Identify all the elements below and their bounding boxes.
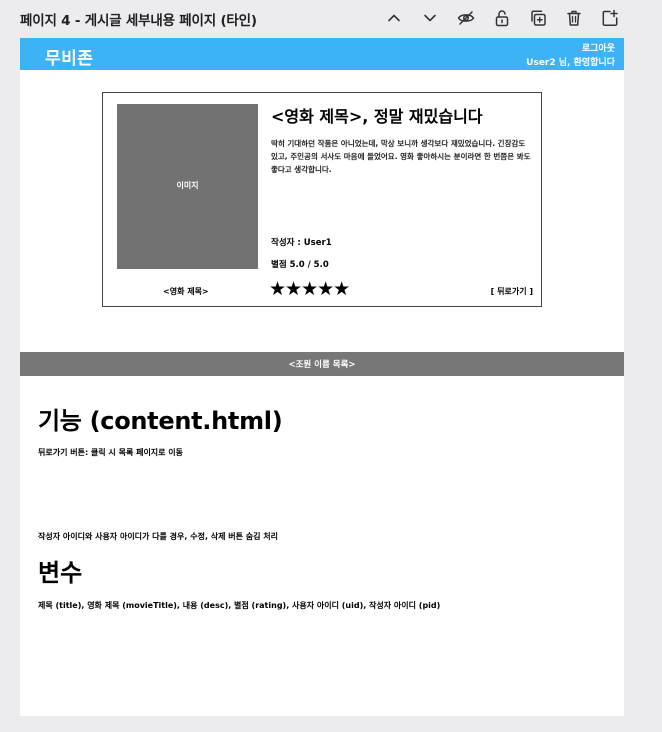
chevron-up-icon[interactable] bbox=[384, 8, 404, 28]
back-button[interactable]: [ 뒤로가기 ] bbox=[491, 286, 533, 297]
top-toolbar: 페이지 4 - 게시글 세부내용 페이지 (타인) bbox=[0, 0, 662, 36]
add-page-icon[interactable] bbox=[600, 8, 620, 28]
chevron-down-icon[interactable] bbox=[420, 8, 440, 28]
poster-placeholder-label: 이미지 bbox=[176, 181, 199, 190]
trash-icon[interactable] bbox=[564, 8, 584, 28]
team-names-label: <조원 이름 목록> bbox=[288, 360, 356, 370]
star-rating: ★★★★★ bbox=[269, 278, 350, 300]
movie-poster-image: 이미지 bbox=[117, 104, 258, 269]
variable-list: 제목 (title), 영화 제목 (movieTitle), 내용 (desc… bbox=[38, 601, 441, 610]
post-rating-text: 별점 5.0 / 5.0 bbox=[271, 260, 329, 270]
post-author: 작성자 : User1 bbox=[271, 238, 332, 248]
post-description: 딱히 기대하던 작품은 아니었는데, 막상 보니까 생각보다 재밌었습니다. 긴… bbox=[271, 139, 531, 174]
logout-link[interactable]: 로그아웃 bbox=[582, 41, 615, 54]
page-canvas: 무비존 로그아웃 User2 님, 환영합니다 이미지 <영화 제목>, 정말 … bbox=[20, 38, 624, 716]
function-heading: 기능 (content.html) bbox=[38, 407, 283, 435]
post-detail-box: 이미지 <영화 제목>, 정말 재밌습니다 딱히 기대하던 작품은 아니었는데,… bbox=[102, 92, 542, 307]
site-header: 무비존 로그아웃 User2 님, 환영합니다 bbox=[20, 38, 624, 70]
eye-off-icon[interactable] bbox=[456, 8, 476, 28]
welcome-text: User2 님, 환영합니다 bbox=[526, 58, 615, 68]
page-title: 페이지 4 - 게시글 세부내용 페이지 (타인) bbox=[20, 13, 257, 29]
post-title: <영화 제목>, 정말 재밌습니다 bbox=[271, 107, 483, 126]
function-note-hide-buttons: 작성자 아이디와 사용자 아이디가 다를 경우, 수정, 삭제 버튼 숨김 처리 bbox=[38, 532, 279, 541]
movie-title-label: <영화 제목> bbox=[163, 287, 209, 296]
duplicate-icon[interactable] bbox=[528, 8, 548, 28]
unlock-icon[interactable] bbox=[492, 8, 512, 28]
function-note-back-button: 뒤로가기 버튼: 클릭 시 목록 페이지로 이동 bbox=[38, 448, 184, 457]
team-footer-bar: <조원 이름 목록> bbox=[20, 352, 624, 376]
variable-heading: 변수 bbox=[38, 559, 83, 587]
site-logo[interactable]: 무비존 bbox=[45, 44, 93, 69]
